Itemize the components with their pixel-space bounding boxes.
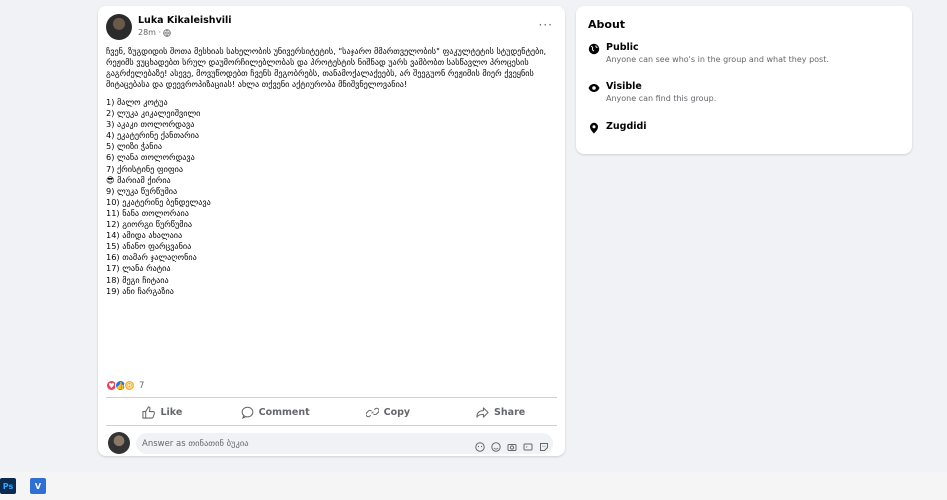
group-post: Luka Kikaleishvili 28m · ··· ჩვენ, ზუგდი… <box>98 6 565 456</box>
post-intro: ჩვენ, ზუგდიდის შოთა მესხიას სახელობის უნ… <box>106 46 547 89</box>
post-header: Luka Kikaleishvili 28m · ··· <box>106 14 557 40</box>
visible-description: Anyone can find this group. <box>606 94 717 103</box>
public-title: Public <box>606 42 639 53</box>
link-icon <box>365 407 379 417</box>
list-item: 19) ანი ჩარგაზია <box>106 285 174 296</box>
list-item: 5) ლიზი ჭანია <box>106 141 162 152</box>
list-item: 3) აკაკი თოლორდავა <box>106 119 195 130</box>
comment-composer: Answer as თინათინ ბუკია <box>108 432 557 456</box>
list-item: 17) ლანა რატია <box>106 263 171 274</box>
list-item: 😎 მარიამ ქირია <box>106 174 171 185</box>
list-item: 14) ამიდა ახალაია <box>106 230 183 241</box>
author-avatar[interactable] <box>106 14 132 40</box>
divider-bottom <box>106 425 557 426</box>
author-name[interactable]: Luka Kikaleishvili <box>138 15 232 26</box>
list-item: 2) ლუკა კიკალეიშვილი <box>106 108 201 119</box>
list-item: 16) თამარ ჯალაღონია <box>106 252 197 263</box>
gif-icon[interactable] <box>523 437 533 451</box>
list-item: 15) ანანო ფარცვანია <box>106 241 192 252</box>
visible-title: Visible <box>606 81 642 92</box>
about-panel: About Public Anyone can see who's in the… <box>576 6 912 154</box>
haha-reaction-icon: 😆 <box>124 380 135 391</box>
like-button[interactable]: Like <box>106 400 219 424</box>
location-text[interactable]: Zugdidi <box>606 121 647 134</box>
avatar-sticker-icon[interactable] <box>475 437 485 452</box>
eye-icon <box>588 84 600 92</box>
copy-label: Copy <box>383 406 411 418</box>
reaction-count: 7 <box>139 380 145 391</box>
camera-icon[interactable] <box>507 437 517 451</box>
commenter-avatar[interactable] <box>108 432 130 454</box>
sticker-icon[interactable] <box>539 437 549 451</box>
post-time[interactable]: 28m · <box>138 28 161 37</box>
vpn-app-icon[interactable]: V <box>30 478 46 494</box>
comment-icon <box>241 406 253 419</box>
like-label: Like <box>160 406 183 418</box>
taskbar: Ps V <box>0 472 947 500</box>
list-item: 11) ნანა თოლორაია <box>106 207 189 218</box>
copy-button[interactable]: Copy <box>332 400 445 424</box>
share-label: Share <box>494 406 526 418</box>
share-icon <box>476 406 489 418</box>
about-title: About <box>588 18 626 31</box>
privacy-public: Public Anyone can see who's in the group… <box>588 42 829 64</box>
photoshop-icon[interactable]: Ps <box>0 478 16 494</box>
share-button[interactable]: Share <box>444 400 557 424</box>
globe-icon <box>588 43 600 55</box>
location-pin-icon <box>590 122 598 134</box>
list-item: 10) ეკატერინე ბენდელავა <box>106 196 211 207</box>
post-actions: Like Comment Copy Share <box>106 400 557 424</box>
list-item: 9) ლუკა წურწუმია <box>106 185 178 196</box>
more-options-button[interactable]: ··· <box>539 18 553 32</box>
comment-label: Comment <box>258 406 310 418</box>
list-item: 4) ეკატერინე ქანთარია <box>106 130 200 141</box>
student-list: 1) მალო კოტუა 2) ლუკა კიკალეიშვილი 3) აკაკ… <box>106 97 558 297</box>
thumbs-up-icon <box>142 405 156 419</box>
location-row: Zugdidi <box>588 121 647 134</box>
divider-top <box>106 397 557 398</box>
post-text: ჩვენ, ზუგდიდის შოთა მესხიას სახელობის უნ… <box>106 46 558 297</box>
public-description: Anyone can see who's in the group and wh… <box>606 55 829 64</box>
comment-tools <box>475 437 549 452</box>
reactions-summary[interactable]: ♥ 👍 😆 7 <box>106 380 144 391</box>
comment-button[interactable]: Comment <box>219 400 332 424</box>
visibility-row: Visible Anyone can find this group. <box>588 81 716 103</box>
post-meta: 28m · <box>138 28 171 37</box>
list-item: 1) მალო კოტუა <box>106 97 168 107</box>
emoji-icon[interactable] <box>491 437 501 452</box>
list-item: 12) გიორგი წურწუმია <box>106 219 192 230</box>
list-item: 7) ქრისტინე ფიფია <box>106 163 184 174</box>
list-item: 18) მეგი ჩიტაია <box>106 274 169 285</box>
list-item: 6) ლანა თოლორდავა <box>106 152 195 163</box>
globe-icon <box>163 28 171 37</box>
